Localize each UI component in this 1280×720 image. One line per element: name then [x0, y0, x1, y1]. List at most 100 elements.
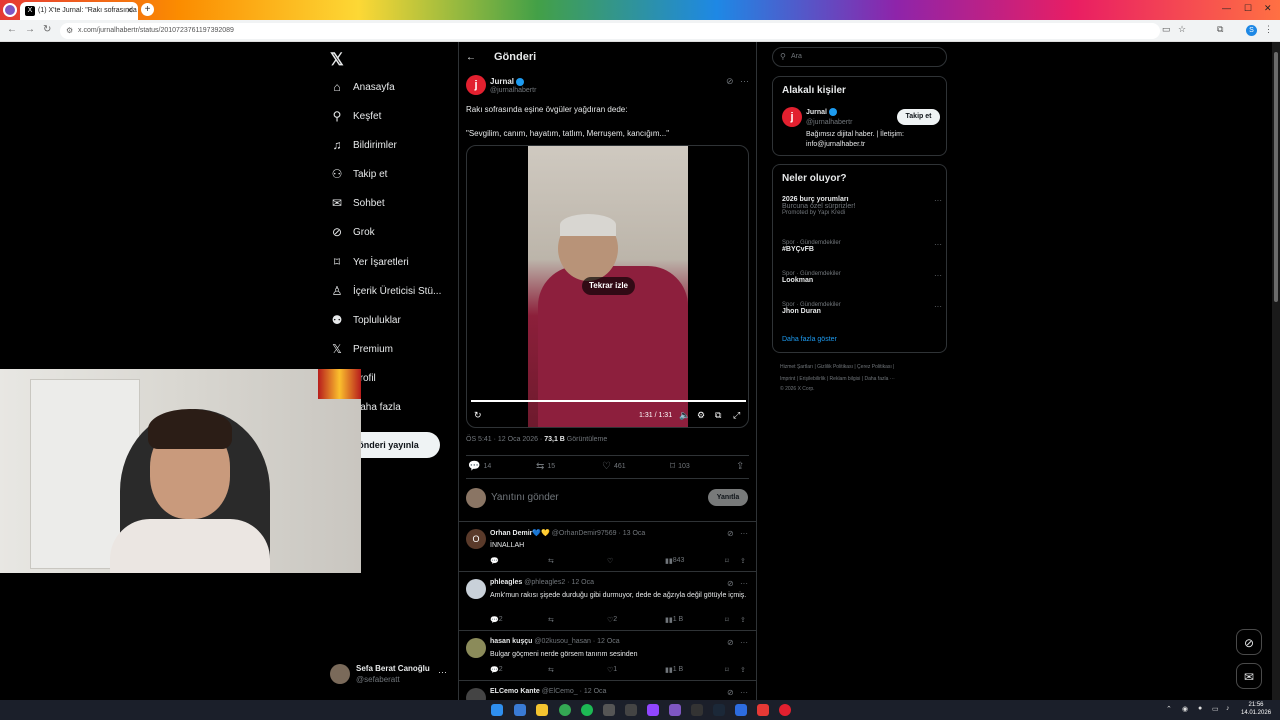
- replay-icon[interactable]: ↻: [474, 410, 482, 421]
- sidebar-item-6[interactable]: ⌑ Yer İşaretleri: [330, 251, 409, 273]
- trend-more-icon[interactable]: ···: [934, 302, 942, 311]
- network-icon[interactable]: ▭: [1212, 705, 1219, 713]
- account-switcher[interactable]: Sefa Berat Canoğlu @sefaberatt ···: [330, 662, 450, 686]
- comment-more-icon[interactable]: ···: [740, 529, 748, 538]
- comment-like-action[interactable]: ♡ 1: [607, 666, 617, 674]
- share-action[interactable]: ⇪: [736, 461, 744, 472]
- post-author-name[interactable]: Jurnal: [490, 77, 525, 86]
- comment-repost-icon[interactable]: ⇆: [548, 616, 554, 624]
- scrollbar-thumb[interactable]: [1274, 52, 1278, 302]
- app-icon[interactable]: [735, 704, 747, 716]
- grok-explain-icon[interactable]: ⊘: [727, 638, 734, 647]
- messages-fab-icon[interactable]: ✉: [1236, 663, 1262, 689]
- comment-share-icon[interactable]: ⇪: [740, 557, 746, 565]
- repost-action[interactable]: ⇆ 15: [536, 461, 555, 472]
- comment-share-icon[interactable]: ⇪: [740, 616, 746, 624]
- taskview-icon[interactable]: [514, 704, 526, 716]
- footer-links-1[interactable]: Hizmet Şartları | Gizlilik Politikası | …: [780, 364, 894, 370]
- comment-handle[interactable]: @phleagles2 · 12 Oca: [524, 579, 594, 586]
- install-icon[interactable]: ▭: [1162, 24, 1171, 35]
- trend-item[interactable]: 2026 burç yorumları Burcuna özel sürprizl…: [782, 196, 942, 216]
- comment-handle[interactable]: @OrhanDemir97569 · 13 Oca: [552, 530, 645, 537]
- grok-fab-icon[interactable]: ⊘: [1236, 629, 1262, 655]
- minimize-icon[interactable]: —: [1222, 3, 1231, 13]
- app-icon[interactable]: [669, 704, 681, 716]
- browser-profile-icon[interactable]: [3, 3, 17, 17]
- comment-bookmark-icon[interactable]: ⌑: [725, 557, 729, 565]
- volume-icon[interactable]: 🔈: [679, 410, 690, 421]
- app-icon[interactable]: [625, 704, 637, 716]
- chrome-icon[interactable]: [559, 704, 571, 716]
- x-logo-icon[interactable]: 𝕏: [330, 50, 344, 70]
- taskbar-clock[interactable]: 21:56 14.01.2026: [1241, 701, 1271, 717]
- comment[interactable]: hasan kuşçu @02kusou_hasan · 12 Oca ⊘ ··…: [459, 630, 756, 680]
- tray-app-icon[interactable]: ◉: [1182, 705, 1188, 713]
- comment-views-action[interactable]: ▮▮ 1 B: [665, 616, 683, 624]
- like-action[interactable]: ♡ 461: [602, 461, 626, 472]
- sidebar-item-1[interactable]: ⚲ Keşfet: [330, 105, 382, 127]
- comment-like-action[interactable]: ♡: [607, 557, 613, 565]
- spotify-icon[interactable]: [581, 704, 593, 716]
- tray-chevron-icon[interactable]: ⌃: [1166, 705, 1172, 713]
- sidebar-item-9[interactable]: 𝕏 Premium: [330, 338, 393, 360]
- sidebar-item-0[interactable]: ⌂ Anasayfa: [330, 76, 394, 98]
- explorer-icon[interactable]: [536, 704, 548, 716]
- footer-links-2[interactable]: Imprint | Erişilebilirlik | Reklam bilgi…: [780, 376, 895, 382]
- comment-author[interactable]: Orhan Demir💙💛: [490, 530, 550, 537]
- post-author-avatar[interactable]: j: [466, 75, 486, 95]
- app-icon[interactable]: [757, 704, 769, 716]
- trend-more-icon[interactable]: ···: [934, 240, 942, 249]
- sidebar-item-3[interactable]: ⚇ Takip et: [330, 163, 388, 185]
- follow-button[interactable]: Takip et: [897, 109, 940, 125]
- trend-item[interactable]: Spor · Gündemdekiler #BYÇvFB ···: [782, 240, 942, 253]
- reload-icon[interactable]: ↻: [43, 24, 51, 35]
- app-icon[interactable]: [779, 704, 791, 716]
- app-icon[interactable]: [603, 704, 615, 716]
- post-time[interactable]: ÖS 5:41 · 12 Oca 2026 ·: [466, 436, 544, 443]
- trend-item[interactable]: Spor · Gündemdekiler Lookman ···: [782, 271, 942, 284]
- start-icon[interactable]: [491, 704, 503, 716]
- comment-reply-action[interactable]: 💬 2: [490, 666, 503, 674]
- fullscreen-icon[interactable]: ⤢: [733, 410, 740, 421]
- back-nav-icon[interactable]: ←: [7, 24, 17, 35]
- comment[interactable]: phleagles @phleagles2 · 12 Oca ⊘ ··· Amk…: [459, 571, 756, 630]
- comment-bookmark-icon[interactable]: ⌑: [725, 666, 729, 674]
- comment-like-action[interactable]: ♡ 2: [607, 616, 617, 624]
- comment[interactable]: ELCemo Kante @ElCemo_ · 12 Oca ⊘ ···: [459, 680, 756, 708]
- reply-action[interactable]: 💬 14: [468, 461, 491, 472]
- back-arrow-icon[interactable]: ←: [466, 52, 476, 63]
- comment-share-icon[interactable]: ⇪: [740, 666, 746, 674]
- grok-explain-icon[interactable]: ⊘: [726, 76, 734, 87]
- twitch-icon[interactable]: [647, 704, 659, 716]
- grok-explain-icon[interactable]: ⊘: [727, 529, 734, 538]
- comment-author[interactable]: hasan kuşçu: [490, 638, 532, 645]
- video-progress-bar[interactable]: [471, 400, 746, 402]
- comment-views-action[interactable]: ▮▮ 843: [665, 557, 684, 565]
- reply-submit-button[interactable]: Yanıtla: [708, 489, 748, 506]
- url-bar[interactable]: ⚙ x.com/jurnalhabertr/status/20107237611…: [60, 23, 1160, 39]
- browser-menu-icon[interactable]: ⋮: [1264, 24, 1273, 35]
- browser-tab[interactable]: X (1) X'te Jurnal: "Rakı sofrasında ✕: [20, 2, 138, 20]
- pip-icon[interactable]: ⧉: [715, 410, 721, 421]
- comment-avatar[interactable]: O: [466, 529, 486, 549]
- sidebar-item-5[interactable]: ⊘ Grok: [330, 221, 375, 243]
- comment-reply-action[interactable]: 💬: [490, 557, 499, 565]
- comment-more-icon[interactable]: ···: [740, 579, 748, 588]
- close-tab-icon[interactable]: ✕: [126, 6, 133, 15]
- post-video[interactable]: Tekrar izle ↻ 1:31 / 1:31 🔈 ⚙ ⧉ ⤢: [466, 145, 749, 428]
- comment-reply-action[interactable]: 💬 2: [490, 616, 503, 624]
- sidebar-item-7[interactable]: ♙ İçerik Üreticisi Stü...: [330, 280, 442, 302]
- account-more-icon[interactable]: ···: [438, 667, 447, 677]
- volume-tray-icon[interactable]: ♪: [1226, 705, 1230, 712]
- sidebar-item-8[interactable]: ⚉ Topluluklar: [330, 309, 401, 331]
- forward-nav-icon[interactable]: →: [25, 24, 35, 35]
- show-more-link[interactable]: Daha fazla göster: [782, 336, 837, 343]
- comment-repost-icon[interactable]: ⇆: [548, 557, 554, 565]
- post-more-icon[interactable]: ···: [740, 76, 749, 86]
- search-input[interactable]: ⚲ Ara: [772, 47, 947, 67]
- settings-icon[interactable]: ⚙: [697, 410, 705, 421]
- related-name[interactable]: Jurnal: [806, 108, 838, 116]
- comment-bookmark-icon[interactable]: ⌑: [725, 616, 729, 624]
- comment-more-icon[interactable]: ···: [740, 688, 748, 697]
- sidebar-item-2[interactable]: ♫ Bildirimler: [330, 134, 397, 156]
